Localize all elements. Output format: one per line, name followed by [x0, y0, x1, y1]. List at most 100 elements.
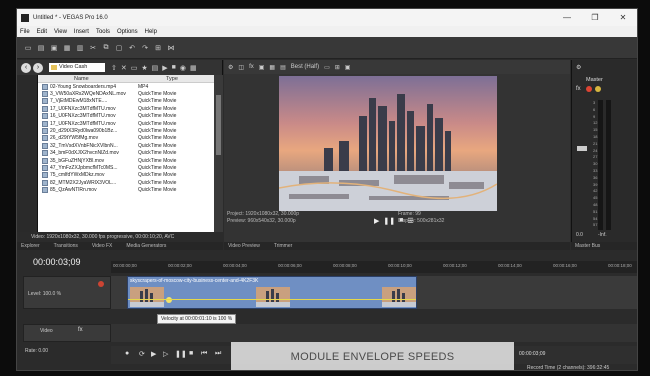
file-row[interactable]: 75_cmlfdYWxMDkz.mov QuickTime Movie	[38, 172, 214, 179]
file-row[interactable]: 7_VjEtMDEwM18xNTE.... QuickTime Movie	[38, 98, 214, 105]
grid-icon[interactable]: ⊞	[335, 64, 340, 71]
master-fader[interactable]	[577, 146, 587, 151]
properties-icon[interactable]: ▦	[62, 43, 72, 53]
new-folder-icon[interactable]: ▭	[131, 64, 138, 72]
end-timecode: 00:00:03;09	[519, 351, 546, 357]
menu-options[interactable]: Options	[117, 29, 138, 35]
master-mute-icon[interactable]	[586, 86, 592, 92]
file-row[interactable]: 85_QzAwNTlRn.mov QuickTime Movie	[38, 186, 214, 194]
tab-trimmer[interactable]: Trimmer	[274, 243, 292, 249]
maximize-button[interactable]: ❐	[581, 9, 609, 26]
menu-help[interactable]: Help	[145, 29, 157, 35]
views-icon[interactable]: ▦	[190, 64, 197, 72]
velocity-envelope-line[interactable]	[128, 299, 416, 300]
enable-snapping-icon[interactable]: ⊞	[153, 43, 163, 53]
copy-icon[interactable]: ⧉	[101, 43, 111, 53]
file-name: 47_YmFzZXJpbmcfMTc0MS...	[50, 164, 118, 171]
pause-icon[interactable]: ❚❚	[175, 350, 187, 358]
play-from-start-icon[interactable]: ▷	[163, 350, 168, 358]
video-track-lane[interactable]: skyscrapers-of-moscow-city-business-cent…	[111, 276, 637, 309]
delete-icon[interactable]: ▤	[152, 64, 159, 72]
menu-tools[interactable]: Tools	[96, 29, 110, 35]
file-row[interactable]: 35_bGFuZHNjYXBl.mov QuickTime Movie	[38, 157, 214, 164]
envelope-point[interactable]	[166, 297, 172, 303]
file-row[interactable]: 20_d29tX3Ryd0lwa090b1Bz... QuickTime Movi…	[38, 127, 214, 135]
menu-edit[interactable]: Edit	[37, 29, 47, 35]
scroll-thumb[interactable]	[216, 95, 221, 155]
tab-transitions[interactable]: Transitions	[54, 243, 78, 249]
folder-tree[interactable]	[17, 75, 38, 232]
render-icon[interactable]: ▥	[75, 43, 85, 53]
menu-insert[interactable]: Insert	[74, 29, 89, 35]
refresh-icon[interactable]: ✕	[121, 64, 127, 72]
redo-icon[interactable]: ↷	[140, 43, 150, 53]
go-to-start-icon[interactable]: ⏮	[201, 350, 207, 358]
file-row[interactable]: 32_TmVsdXVnbFNicXVlbnN... QuickTime Movie	[38, 142, 214, 149]
file-type: QuickTime Movie	[138, 128, 177, 135]
preview-settings-icon[interactable]: ⚙	[228, 64, 233, 71]
stop-icon[interactable]: ■	[172, 64, 176, 72]
frame-info: Frame: 99	[398, 211, 421, 217]
file-row[interactable]: 3_VW50aXRs2WQeNDAxNL.mov QuickTime Movie	[38, 90, 214, 98]
paste-icon[interactable]: ▢	[114, 43, 124, 53]
split-screen-icon[interactable]: ◫	[238, 64, 244, 71]
overlays-icon[interactable]: ▦	[269, 64, 275, 71]
preview-quality-select[interactable]: Best (Half)	[291, 64, 319, 70]
play-icon[interactable]: ▶	[151, 350, 156, 358]
file-row[interactable]: 26_d29tYW5fMg.mov QuickTime Movie	[38, 135, 214, 142]
menu-view[interactable]: View	[54, 29, 67, 35]
menu-file[interactable]: File	[20, 29, 30, 35]
up-folder-icon[interactable]: ⇧	[111, 64, 117, 72]
tab-media-generators[interactable]: Media Generators	[126, 243, 166, 249]
save-icon[interactable]: ▣	[49, 43, 59, 53]
file-row[interactable]: 17_U0FNXzc3MTdfMTU.mov QuickTime Movie	[38, 105, 214, 112]
timeline-ruler[interactable]: 00:00:00;00 00:00:02;00 00:00:04;00 00:00:0…	[111, 261, 637, 273]
track-mute-icon[interactable]	[98, 281, 104, 287]
explorer-scrollbar[interactable]	[214, 75, 223, 232]
col-name[interactable]: Name	[38, 75, 136, 82]
file-row[interactable]: 82_MTM2X2JyaWRlX3VOL... QuickTime Movie	[38, 179, 214, 186]
save-snapshot-icon[interactable]: ▣	[345, 64, 351, 71]
movie-file-icon	[42, 157, 48, 164]
add-favorite-icon[interactable]: ★	[141, 64, 147, 72]
col-type[interactable]: Type	[136, 75, 178, 82]
auto-preview-icon[interactable]: ◉	[180, 64, 186, 72]
explorer-path[interactable]: Video Cash	[49, 63, 105, 72]
new-project-icon[interactable]: ▭	[23, 43, 33, 53]
close-button[interactable]: ✕	[609, 9, 637, 26]
master-settings-icon[interactable]: ⚙	[576, 64, 581, 71]
tab-video-fx[interactable]: Video FX	[92, 243, 112, 249]
minimize-button[interactable]: —	[553, 9, 581, 26]
file-row[interactable]: 47_YmFzZXJpbmcfMTc0MS... QuickTime Movie	[38, 164, 214, 171]
ruler-mark: 00:00:06;00	[278, 263, 302, 268]
tab-video-preview[interactable]: Video Preview	[228, 243, 260, 249]
video-track-header[interactable]: Level: 100.0 %	[23, 276, 111, 309]
cut-icon[interactable]: ✂	[88, 43, 98, 53]
file-row[interactable]: 16_U0FNXzc3MTdfMTU.mov QuickTime Movie	[38, 113, 214, 120]
master-solo-icon[interactable]	[595, 86, 601, 92]
undo-icon[interactable]: ↶	[127, 43, 137, 53]
video-track-2-lane[interactable]	[111, 324, 637, 342]
tab-explorer[interactable]: Explorer	[21, 243, 40, 249]
video-track-2-header[interactable]: Video fx	[23, 324, 111, 342]
preview-options-icon[interactable]: ▭	[324, 64, 330, 71]
play-icon[interactable]: ▶	[162, 64, 167, 72]
file-row[interactable]: 02-Young Snowboarders.mp4 MP4	[38, 83, 214, 90]
quality-icon[interactable]: ▤	[280, 64, 286, 71]
tab-master-bus[interactable]: Master Bus	[575, 243, 600, 249]
auto-crossfade-icon[interactable]: ⋈	[166, 43, 176, 53]
fx-icon[interactable]: fx	[249, 64, 254, 70]
track-2-fx-icon[interactable]: fx	[78, 327, 83, 333]
forward-icon[interactable]: ›	[33, 62, 43, 73]
record-icon[interactable]: ●	[125, 350, 129, 357]
copy-snapshot-icon[interactable]: ▣	[259, 64, 265, 71]
file-row[interactable]: 34_bmF0dXJlX2hvcnNlZd.mov QuickTime Movie	[38, 150, 214, 157]
go-to-end-icon[interactable]: ⏭	[215, 350, 221, 358]
file-row[interactable]: 17_U0FNXzc3MTdfMTU.mov QuickTime Movie	[38, 120, 214, 127]
loop-playback-icon[interactable]: ⟳	[139, 350, 145, 358]
master-fx-icon[interactable]: fx	[576, 86, 581, 92]
video-clip[interactable]: skyscrapers-of-moscow-city-business-cent…	[127, 276, 417, 309]
open-icon[interactable]: ▤	[36, 43, 46, 53]
back-icon[interactable]: ‹	[21, 62, 31, 73]
stop-icon[interactable]: ■	[189, 350, 193, 357]
